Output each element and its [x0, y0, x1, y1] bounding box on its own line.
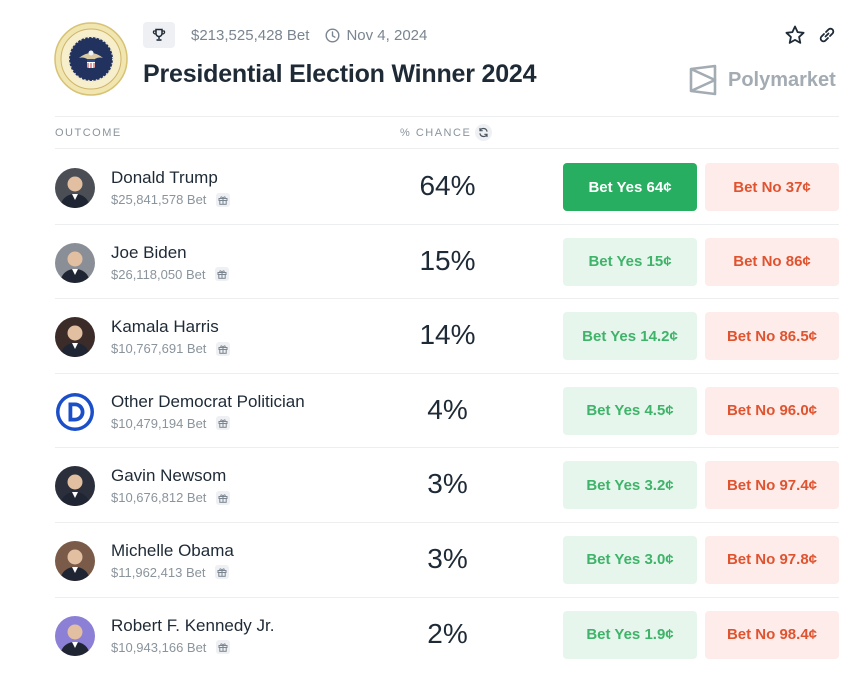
- bet-no-button[interactable]: Bet No 86.5¢: [705, 312, 839, 361]
- bet-yes-button[interactable]: Bet Yes 3.2¢: [563, 461, 697, 510]
- bet-no-button[interactable]: Bet No 98.4¢: [705, 610, 839, 659]
- outcome-volume-line: $25,841,578 Bet: [111, 192, 231, 207]
- column-chance: % CHANCE: [400, 127, 472, 139]
- outcome-volume: $10,479,194 Bet: [111, 415, 207, 431]
- outcome-row[interactable]: Donald Trump $25,841,578 Bet 64% Bet Yes 64…: [55, 150, 839, 225]
- outcome-name[interactable]: Joe Biden: [111, 243, 187, 263]
- brand-name: Polymarket: [728, 68, 836, 91]
- outcome-name[interactable]: Michelle Obama: [111, 541, 234, 561]
- bet-no-button[interactable]: Bet No 97.4¢: [705, 461, 839, 510]
- outcome-name[interactable]: Gavin Newsom: [111, 466, 226, 486]
- bet-no-button[interactable]: Bet No 97.8¢: [705, 535, 839, 584]
- outcome-volume: $10,943,166 Bet: [111, 639, 207, 655]
- bet-no-button[interactable]: Bet No 86¢: [705, 237, 839, 286]
- end-date: Nov 4, 2024: [346, 26, 428, 44]
- gift-icon[interactable]: [216, 640, 231, 655]
- avatar: [55, 392, 95, 432]
- gift-icon[interactable]: [216, 341, 231, 356]
- bet-yes-button[interactable]: Bet Yes 1.9¢: [563, 610, 697, 659]
- end-date-group: Nov 4, 2024: [325, 27, 427, 44]
- outcome-volume-line: $11,962,413 Bet: [111, 564, 230, 580]
- refresh-icon: [479, 127, 488, 138]
- star-icon[interactable]: [784, 24, 806, 46]
- outcome-chance: 4%: [427, 393, 468, 425]
- outcomes-list: Donald Trump $25,841,578 Bet 64% Bet Yes 64…: [55, 150, 839, 672]
- market-header: $213,525,428 Bet Nov 4, 2024 Presidentia…: [0, 0, 864, 116]
- page-title: Presidential Election Winner 2024: [143, 60, 537, 88]
- outcome-volume: $10,767,691 Bet: [111, 341, 207, 357]
- outcome-row[interactable]: Kamala Harris $10,767,691 Bet 14% Bet Yes 1…: [55, 299, 839, 374]
- outcome-volume: $11,962,413 Bet: [111, 564, 206, 580]
- bet-no-button[interactable]: Bet No 37¢: [705, 163, 839, 211]
- outcome-chance: 3%: [427, 542, 468, 574]
- outcome-chance: 3%: [427, 468, 468, 500]
- bet-no-button[interactable]: Bet No 96.0¢: [705, 386, 839, 435]
- outcome-chance: 2%: [427, 617, 468, 649]
- outcome-chance: 14%: [419, 319, 476, 351]
- outcome-chance: 64%: [419, 170, 476, 201]
- outcome-chance: 15%: [419, 244, 476, 276]
- bet-yes-button[interactable]: Bet Yes 4.5¢: [563, 386, 697, 435]
- link-icon[interactable]: [816, 24, 838, 46]
- gift-icon[interactable]: [216, 416, 231, 431]
- market-volume: $213,525,428 Bet: [191, 26, 310, 44]
- bet-yes-button[interactable]: Bet Yes 3.0¢: [563, 535, 697, 584]
- outcome-row[interactable]: Other Democrat Politician $10,479,194 Bet…: [55, 374, 839, 449]
- outcome-name[interactable]: Robert F. Kennedy Jr.: [111, 616, 274, 636]
- outcome-name[interactable]: Other Democrat Politician: [111, 392, 305, 412]
- header-actions: [784, 24, 838, 46]
- avatar: [55, 466, 95, 507]
- outcome-volume-line: $10,943,166 Bet: [111, 639, 231, 655]
- gift-icon[interactable]: [215, 565, 230, 580]
- outcome-volume-line: $10,479,194 Bet: [111, 415, 231, 431]
- outcome-row[interactable]: Robert F. Kennedy Jr. $10,943,166 Bet 2% Be…: [55, 598, 839, 673]
- avatar: [55, 317, 95, 358]
- refresh-button[interactable]: [475, 124, 492, 141]
- column-outcome: OUTCOME: [55, 127, 122, 139]
- outcome-row[interactable]: Joe Biden $26,118,050 Bet 15% Bet Yes 15¢ Be…: [55, 225, 839, 300]
- bet-yes-button[interactable]: Bet Yes 14.2¢: [563, 312, 697, 361]
- avatar: [55, 540, 95, 581]
- bet-yes-button[interactable]: Bet Yes 64¢: [563, 163, 697, 211]
- avatar: [55, 615, 95, 656]
- brand: Polymarket: [688, 64, 836, 96]
- outcome-volume: $26,118,050 Bet: [111, 266, 206, 282]
- presidential-seal-icon: [54, 22, 128, 96]
- outcome-name[interactable]: Kamala Harris: [111, 317, 219, 337]
- outcome-volume-line: $10,767,691 Bet: [111, 341, 231, 357]
- clock-icon: [325, 27, 340, 43]
- gift-icon[interactable]: [216, 192, 231, 207]
- avatar: [55, 242, 95, 283]
- outcome-row[interactable]: Gavin Newsom $10,676,812 Bet 3% Bet Yes 3.2…: [55, 448, 839, 523]
- outcome-volume: $25,841,578 Bet: [111, 192, 207, 207]
- gift-icon[interactable]: [216, 490, 231, 505]
- polymarket-logo-icon: [689, 64, 717, 96]
- avatar: [55, 168, 95, 208]
- outcome-volume: $10,676,812 Bet: [111, 490, 207, 506]
- outcomes-header: OUTCOME % CHANCE: [55, 116, 839, 149]
- trophy-icon: [152, 28, 166, 41]
- outcome-volume-line: $10,676,812 Bet: [111, 490, 231, 506]
- trophy-button[interactable]: [143, 22, 175, 48]
- outcome-name[interactable]: Donald Trump: [111, 168, 218, 188]
- gift-icon[interactable]: [215, 267, 230, 282]
- outcome-volume-line: $26,118,050 Bet: [111, 266, 230, 282]
- bet-yes-button[interactable]: Bet Yes 15¢: [563, 237, 697, 286]
- outcome-row[interactable]: Michelle Obama $11,962,413 Bet 3% Bet Yes 3…: [55, 523, 839, 598]
